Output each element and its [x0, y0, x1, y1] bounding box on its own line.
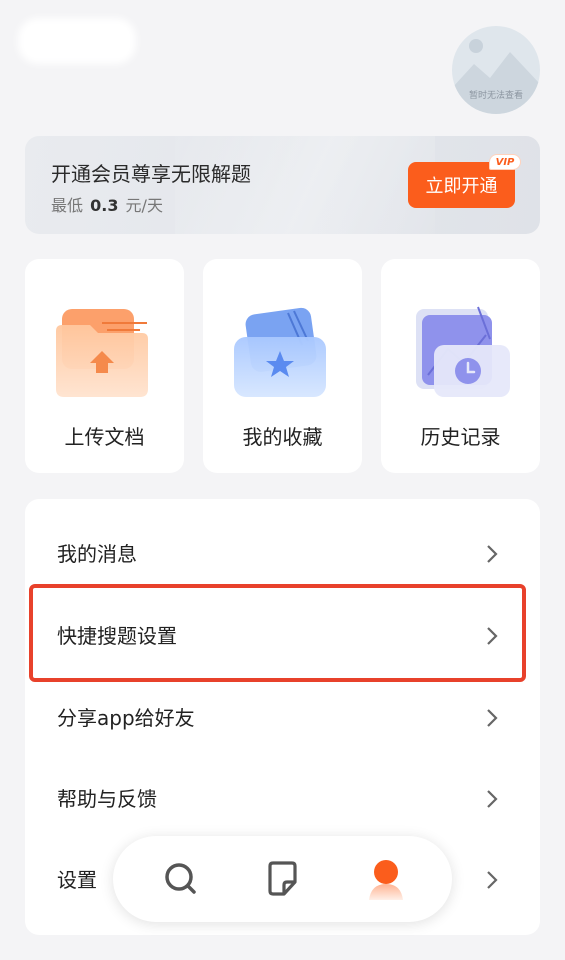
vip-title: 开通会员尊享无限解题 [51, 162, 251, 186]
favorites-folder-icon [234, 307, 326, 397]
vip-price: 最低 0.3 元/天 [51, 192, 163, 216]
note-icon[interactable] [261, 858, 303, 900]
history-clock-icon [416, 306, 510, 397]
avatar-placeholder-text: 暂时无法查看 [468, 91, 523, 101]
menu-item-messages[interactable]: 我的消息 [25, 513, 540, 595]
username-blurred [18, 18, 136, 64]
quick-action-history[interactable]: 历史记录 [381, 259, 540, 473]
vip-price-unit: 元/天 [125, 196, 163, 215]
upload-folder-icon [56, 309, 148, 397]
chevron-right-icon [487, 709, 498, 727]
menu-item-label: 帮助与反馈 [57, 787, 157, 811]
bottom-nav [113, 836, 452, 922]
quick-action-label: 历史记录 [420, 425, 501, 449]
vip-price-prefix: 最低 [51, 196, 84, 215]
menu-item-share-app[interactable]: 分享app给好友 [25, 677, 540, 759]
highlight-annotation [29, 584, 526, 682]
menu-item-label: 分享app给好友 [57, 706, 195, 730]
chevron-right-icon [487, 871, 498, 889]
avatar[interactable]: 暂时无法查看 [452, 26, 540, 114]
menu-item-label: 设置 [57, 868, 97, 892]
profile-icon[interactable] [363, 856, 409, 902]
quick-action-favorites[interactable]: 我的收藏 [203, 259, 362, 473]
vip-banner[interactable]: 开通会员尊享无限解题 最低 0.3 元/天 立即开通 VIP [25, 136, 540, 234]
quick-action-label: 上传文档 [64, 425, 145, 449]
menu-item-help-feedback[interactable]: 帮助与反馈 [25, 758, 540, 840]
chevron-right-icon [487, 545, 498, 563]
vip-tag: VIP [489, 154, 521, 170]
menu-item-label: 我的消息 [57, 542, 137, 566]
search-icon[interactable] [160, 858, 202, 900]
quick-action-label: 我的收藏 [242, 425, 323, 449]
quick-action-upload[interactable]: 上传文档 [25, 259, 184, 473]
chevron-right-icon [487, 790, 498, 808]
vip-price-value: 0.3 [90, 196, 119, 215]
